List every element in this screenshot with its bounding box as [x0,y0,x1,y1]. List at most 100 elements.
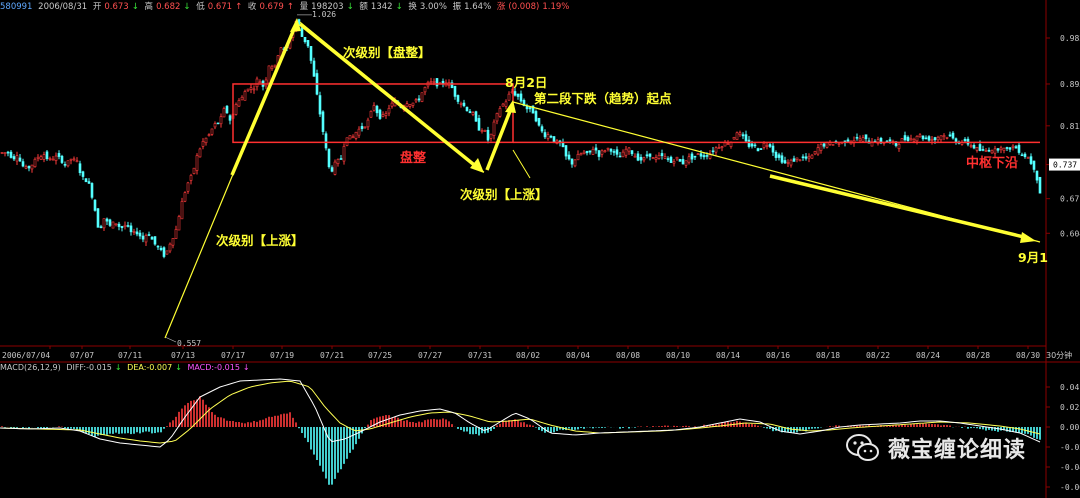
candle-body [816,147,820,155]
candle-body [822,143,826,147]
candle-body [474,111,478,122]
candle-body [624,148,628,156]
candle-body [144,235,148,243]
candle-body [861,137,865,142]
candle-body [801,156,805,159]
candle-body [105,218,109,222]
candle-body [501,103,505,107]
candle-body [435,78,439,87]
candle-body [273,64,277,68]
candle-body [1005,147,1009,149]
candle-body [540,126,544,132]
candle-body [165,250,169,255]
amount-value: 1342 [370,2,393,12]
candle-body [741,134,745,137]
candle-body [726,143,730,145]
candle-body [984,150,988,152]
candle-body [786,162,790,164]
candle-body [378,109,382,119]
candle-body [57,153,61,157]
pivot-lower-label: 中枢下沿 [966,155,1018,171]
candle-body [771,145,775,153]
candle-body [756,148,760,152]
candle-body [168,243,172,252]
candle-body [81,171,85,177]
candle-body [135,231,139,235]
candle-body [981,149,985,151]
candle-body [156,245,160,248]
up-arrow-icon: ↑ [235,2,243,12]
candle-body [864,134,868,140]
candle-body [228,115,232,121]
candle-body [303,36,307,43]
candle-body [468,111,472,114]
candle-body [597,150,601,157]
y-tick-label: 0.812 [1060,122,1080,131]
candle-body [585,150,589,154]
candle-body [240,96,244,101]
candle-body [1017,144,1021,153]
candle-body [381,114,385,117]
candle-body [714,147,718,153]
change-pct-value: 1.19% [542,2,570,12]
candle-body [777,154,781,158]
candle-body [372,105,376,111]
candle-body [174,229,178,239]
macd-y-tick-label: -0.06 [1060,483,1080,492]
candle-body [72,158,76,161]
candle-body [183,192,187,202]
candle-body [972,145,976,149]
candle-body [615,149,619,155]
candle-body [639,156,643,161]
x-tick-label: 07/13 [171,351,195,360]
candle-body [546,134,550,139]
candle-body [216,122,220,125]
kline-chart[interactable]: 0.604 0.671 0.812 0.893 0.982 0.737 2006/07/04… [0,0,1080,498]
candle-body [9,151,13,158]
x-tick-label: 08/14 [716,351,740,360]
candle-body [618,155,622,158]
candle-body [576,154,580,161]
candle-body [0,152,4,154]
candle-body [948,134,952,137]
candle-body [930,139,934,141]
candle-body [534,111,538,122]
y-tick-label: 0.671 [1060,195,1080,204]
candle-body [750,143,754,147]
candle-body [177,216,181,231]
candle-body [60,155,64,163]
quote-date: 2006/08/31 [38,2,88,12]
candle-body [309,46,313,61]
macd-name: MACD(26,12,9) [0,363,61,372]
candle-body [939,135,943,141]
candle-body [969,145,973,147]
candle-body [414,99,418,102]
candle-body [699,153,703,157]
candle-body [657,155,661,159]
candle-body [846,139,850,142]
x-tick-label: 08/30 [1016,351,1040,360]
candle-body [789,159,793,166]
candle-body [270,66,274,69]
candle-body [96,208,100,228]
candle-body [465,106,469,112]
candle-body [312,60,316,77]
candle-body [1008,147,1012,150]
candle-body [900,138,904,143]
candle-body [390,102,394,107]
candle-body [195,155,199,171]
candle-body [1011,145,1015,148]
candle-body [537,117,541,126]
candle-body [600,150,604,155]
candle-body [759,148,763,150]
down-arrow-icon: ↓ [175,363,182,372]
candle-body [636,153,640,161]
amount-label: 额 [359,2,368,12]
candle-body [45,151,49,159]
candle-body [744,134,748,142]
candle-body [84,178,88,183]
candle-body [672,161,676,164]
consolidation-label: 盘整 [400,150,427,166]
candle-body [798,159,802,162]
candle-body [429,81,433,83]
